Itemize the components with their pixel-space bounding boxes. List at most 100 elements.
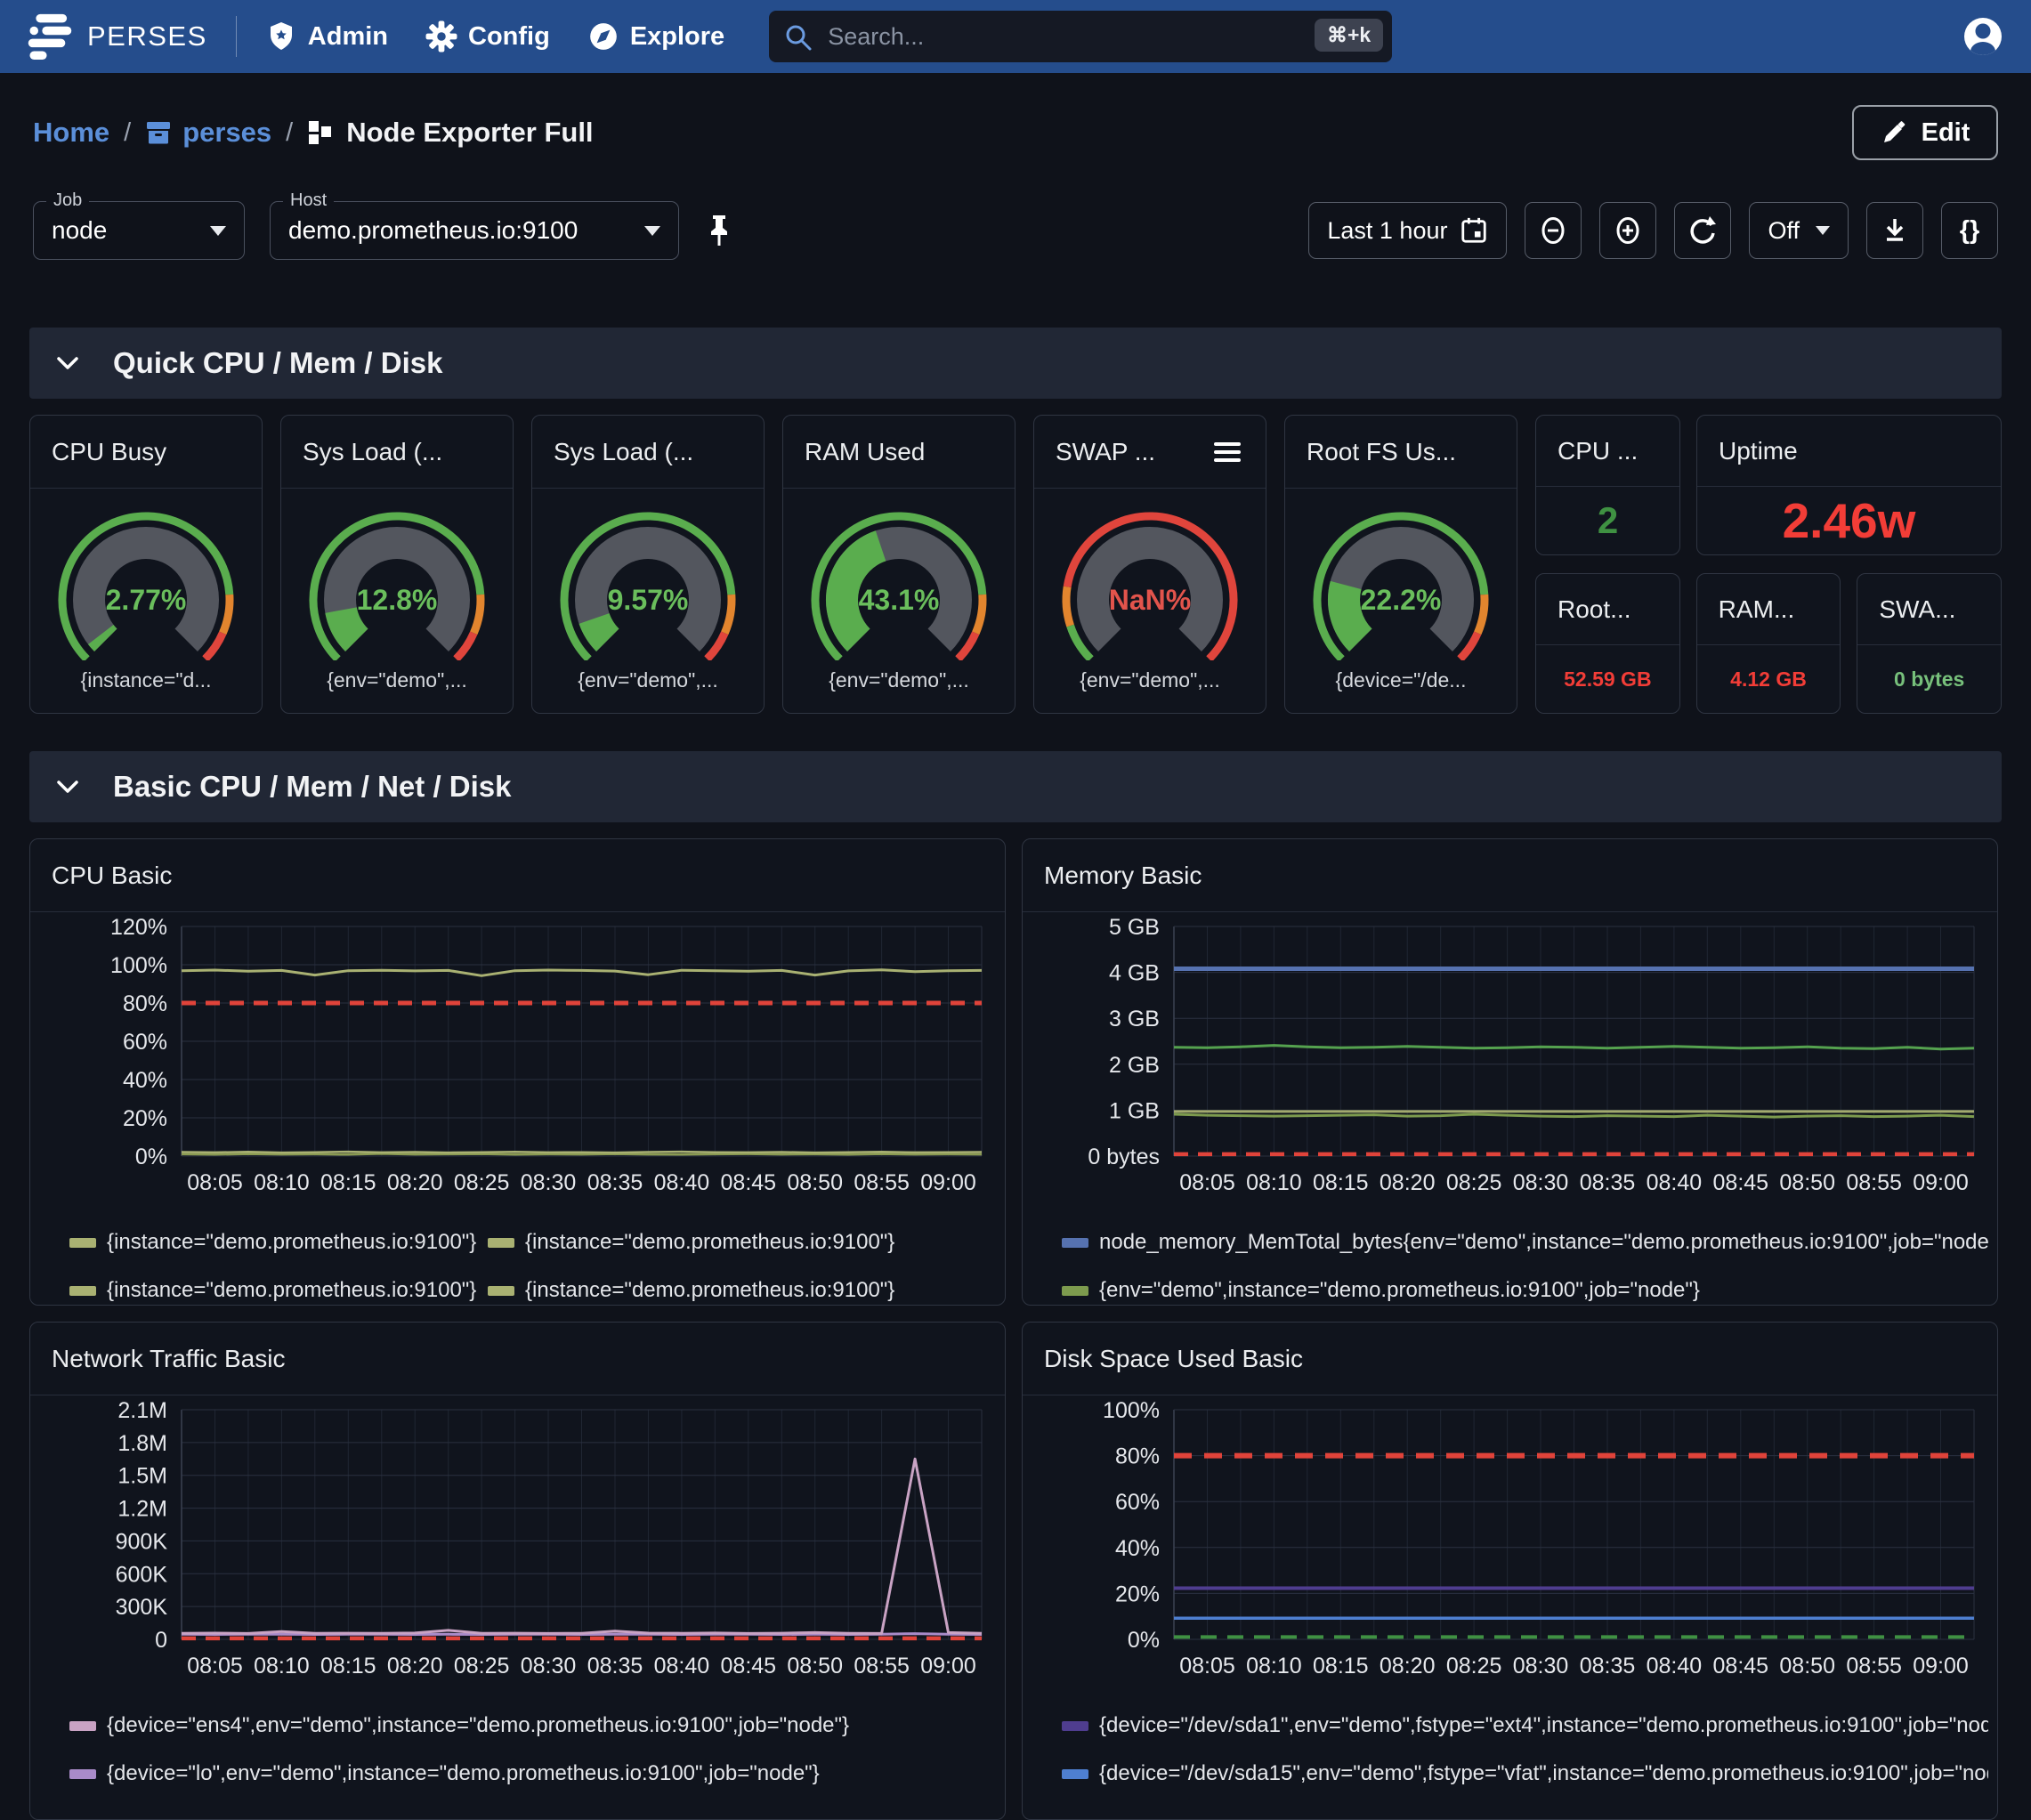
legend-entry[interactable]: {device="lo",env="demo",instance="demo.p… <box>69 1750 996 1798</box>
gauge-chart[interactable]: NaN% <box>1034 494 1266 668</box>
svg-text:3 GB: 3 GB <box>1109 1007 1160 1031</box>
panel-header[interactable]: CPU Busy <box>30 416 262 489</box>
legend-entry[interactable]: {device="/dev/sda15",env="demo",fstype="… <box>1062 1750 1988 1798</box>
legend-entry[interactable]: {env="demo",instance="demo.prometheus.io… <box>1062 1266 1988 1306</box>
stat-value: 0 bytes <box>1894 667 1964 692</box>
gauge-chart[interactable]: 22.2% <box>1285 494 1517 668</box>
line-chart[interactable]: 0%20%40%60%80%100%120%08:0508:1008:1508:… <box>30 912 1005 1208</box>
panel-ram-total: RAM... 4.12 GB <box>1696 573 1841 714</box>
avatar[interactable] <box>1962 15 2004 58</box>
panel-header[interactable]: RAM... <box>1697 574 1841 645</box>
time-range-button[interactable]: Last 1 hour <box>1308 202 1507 259</box>
legend-swatch <box>69 1769 96 1779</box>
refresh-button[interactable] <box>1674 202 1731 259</box>
pin-icon <box>702 212 736 249</box>
panel-header[interactable]: Sys Load (... <box>281 416 513 489</box>
svg-text:08:15: 08:15 <box>320 1654 376 1678</box>
breadcrumb-project-link[interactable]: perses <box>145 117 271 149</box>
download-button[interactable] <box>1866 202 1923 259</box>
line-chart[interactable]: 0%20%40%60%80%100%08:0508:1008:1508:2008… <box>1023 1395 1997 1691</box>
breadcrumb-home-link[interactable]: Home <box>33 117 109 149</box>
panel-header[interactable]: Root... <box>1536 574 1679 645</box>
job-variable-select[interactable]: Job node <box>33 201 245 260</box>
svg-text:09:00: 09:00 <box>1913 1654 1969 1678</box>
panel-header[interactable]: CPU Basic <box>30 839 1005 912</box>
legend-entry[interactable]: node_memory_MemTotal_bytes{env="demo",in… <box>1062 1218 1988 1266</box>
legend-entry[interactable]: {device="/dev/sda1",env="demo",fstype="e… <box>1062 1702 1988 1750</box>
refresh-interval-select[interactable]: Off <box>1749 202 1849 259</box>
panel-header[interactable]: SWA... <box>1857 574 2001 645</box>
zoom-in-button[interactable] <box>1599 202 1656 259</box>
panel-header[interactable]: RAM Used <box>783 416 1015 489</box>
panel-sys-load-5m: Sys Load (... 12.8% {env="demo",... <box>280 415 514 714</box>
gauge-chart[interactable]: 43.1% <box>783 494 1015 668</box>
svg-text:08:05: 08:05 <box>187 1170 243 1195</box>
json-view-button[interactable]: {} <box>1941 202 1998 259</box>
time-toolbar: Last 1 hour <box>1308 202 1998 259</box>
divider <box>236 16 237 57</box>
nav-item-admin[interactable]: Admin <box>265 20 388 53</box>
gauge-series-label: {env="demo",... <box>281 668 513 692</box>
search-input[interactable] <box>769 11 1392 62</box>
stat-value: 2 <box>1598 499 1618 542</box>
legend-entry[interactable]: {instance="demo.prometheus.io:9100"} <box>488 1266 906 1306</box>
svg-text:08:05: 08:05 <box>1179 1654 1235 1678</box>
legend-entry[interactable]: {instance="demo.prometheus.io:9100"} <box>69 1266 488 1306</box>
legend-swatch <box>1062 1286 1088 1296</box>
svg-text:08:40: 08:40 <box>1647 1170 1703 1195</box>
dashboard-icon <box>307 119 334 146</box>
edit-button[interactable]: Edit <box>1852 105 1998 160</box>
stat-value: 4.12 GB <box>1730 667 1807 692</box>
home-brand-link[interactable]: PERSES <box>27 12 207 61</box>
panel-swap-used: SWAP ... NaN% {env="demo",... <box>1033 415 1266 714</box>
breadcrumb-separator: / <box>124 118 131 148</box>
panel-header[interactable]: Disk Space Used Basic <box>1023 1323 1997 1395</box>
panel-header[interactable]: Uptime <box>1697 416 2001 487</box>
account-circle-icon <box>1962 15 2004 58</box>
nav-item-explore[interactable]: Explore <box>587 20 724 53</box>
legend-entry[interactable]: {instance="demo.prometheus.io:9100"} <box>488 1218 906 1266</box>
legend-entry[interactable]: {instance="demo.prometheus.io:9100"} <box>69 1218 488 1266</box>
legend-entry[interactable]: {device="ens4",env="demo",instance="demo… <box>69 1702 996 1750</box>
gauge-chart[interactable]: 2.77% <box>30 494 262 668</box>
legend-label: {env="demo",instance="demo.prometheus.io… <box>1099 1278 1700 1303</box>
gauge-chart[interactable]: 9.57% <box>532 494 764 668</box>
search-box[interactable]: ⌘+k <box>769 11 1392 62</box>
legend-label: node_memory_MemTotal_bytes{env="demo",in… <box>1099 1230 1988 1255</box>
stat-value: 52.59 GB <box>1564 667 1651 692</box>
svg-text:2.1M: 2.1M <box>117 1398 167 1423</box>
section-header-quick[interactable]: Quick CPU / Mem / Disk <box>29 328 2002 399</box>
panel-menu-icon[interactable] <box>1210 439 1244 465</box>
panel-header[interactable]: Memory Basic <box>1023 839 1997 912</box>
stat-panels-block: CPU ... 2 Uptime 2.46w Root... 52.59 GB … <box>1535 415 2002 714</box>
panel-cpu-busy: CPU Busy 2.77% {instance="d... <box>29 415 263 714</box>
gauge-chart[interactable]: 12.8% <box>281 494 513 668</box>
section-header-basic[interactable]: Basic CPU / Mem / Net / Disk <box>29 751 2002 822</box>
panel-uptime: Uptime 2.46w <box>1696 415 2002 555</box>
svg-text:4 GB: 4 GB <box>1109 961 1160 986</box>
svg-text:0%: 0% <box>1128 1628 1160 1653</box>
host-variable-select[interactable]: Host demo.prometheus.io:9100 <box>270 201 679 260</box>
panel-header[interactable]: SWAP ... <box>1034 416 1266 489</box>
svg-text:08:50: 08:50 <box>787 1170 843 1195</box>
panel-header[interactable]: Root FS Us... <box>1285 416 1517 489</box>
svg-text:08:25: 08:25 <box>454 1654 510 1678</box>
svg-text:08:25: 08:25 <box>454 1170 510 1195</box>
panel-header[interactable]: Sys Load (... <box>532 416 764 489</box>
legend-label: {device="lo",env="demo",instance="demo.p… <box>107 1761 820 1786</box>
line-chart[interactable]: 0 bytes1 GB2 GB3 GB4 GB5 GB08:0508:1008:… <box>1023 912 1997 1208</box>
svg-text:08:55: 08:55 <box>854 1170 910 1195</box>
svg-text:08:55: 08:55 <box>854 1654 910 1678</box>
pin-variables-button[interactable] <box>702 212 736 249</box>
panel-disk-space-used-basic: Disk Space Used Basic 0%20%40%60%80%100%… <box>1022 1322 1998 1820</box>
line-chart[interactable]: 0300K600K900K1.2M1.5M1.8M2.1M08:0508:100… <box>30 1395 1005 1691</box>
nav-item-config[interactable]: Config <box>425 20 550 53</box>
panel-header[interactable]: Network Traffic Basic <box>30 1323 1005 1395</box>
svg-text:08:45: 08:45 <box>721 1170 777 1195</box>
nav-item-label: Explore <box>630 22 724 52</box>
panel-memory-basic: Memory Basic 0 bytes1 GB2 GB3 GB4 GB5 GB… <box>1022 838 1998 1306</box>
panel-header[interactable]: CPU ... <box>1536 416 1679 487</box>
svg-text:09:00: 09:00 <box>920 1170 976 1195</box>
svg-text:2.77%: 2.77% <box>106 584 187 616</box>
zoom-out-button[interactable] <box>1525 202 1582 259</box>
